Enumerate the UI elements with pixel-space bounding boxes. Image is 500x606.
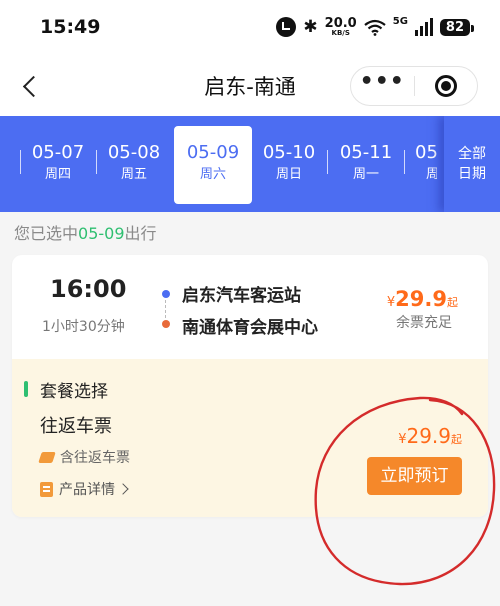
date-divider [96,150,97,174]
bluetooth-icon: ✱ [303,17,318,37]
date-divider [20,150,21,174]
alarm-icon [276,17,297,37]
document-icon [40,481,53,497]
signal-icon [414,18,433,36]
trip-duration: 1小时30分钟 [42,319,125,335]
battery-icon: 82 [439,18,475,36]
package-price: ¥29.9起 [398,424,462,448]
wifi-icon [364,19,386,36]
nav-bar: 启东-南通 ••• [0,56,500,116]
book-now-button[interactable]: 立即预订 [367,457,462,495]
tag-icon [38,451,56,463]
package-section-title: 套餐选择 [40,382,108,402]
date-divider [327,150,328,174]
date-option-partial[interactable]: 05-12 周二 [415,141,437,185]
selected-date: 05-09 [78,224,125,243]
date-option[interactable]: 05-07 周四 [25,141,91,185]
package-name: 往返车票 [40,416,112,437]
chevron-right-icon [117,483,129,495]
section-marker [24,381,28,397]
date-option[interactable]: 05-08 周五 [101,141,167,185]
seat-availability: 余票充足 [396,315,452,331]
network-type: 5G [392,16,408,27]
status-icons: ✱ 20.0 KB/S 5G 82 [276,16,475,38]
package-feature: 含往返车票 [38,447,130,467]
date-option-selected[interactable]: 05-09 周六 [174,126,252,204]
more-icon[interactable]: ••• [351,71,414,93]
date-option[interactable]: 05-11 周一 [333,141,399,185]
origin-station: 启东汽车客运站 [182,286,301,306]
date-divider [404,150,405,174]
origin-dot-icon [162,290,170,298]
date-option[interactable]: 05-10 周日 [256,141,322,185]
target-close-icon [434,75,457,97]
destination-dot-icon [162,320,170,328]
mini-program-capsule: ••• [350,66,478,106]
package-section: 套餐选择 往返车票 含往返车票 产品详情 ¥29.9起 立即预订 [12,359,488,517]
selected-date-text: 您已选中05-09出行 [14,224,157,243]
departure-time: 16:00 [50,275,127,303]
trip-card[interactable]: 16:00 1小时30分钟 启东汽车客运站 南通体育会展中心 ¥29.9起 余票… [12,255,488,517]
route-line [165,300,166,318]
net-speed: 20.0 KB/S [324,16,357,37]
close-button[interactable] [415,75,478,97]
status-bar: 15:49 ✱ 20.0 KB/S 5G 82 [0,0,500,56]
destination-station: 南通体育会展中心 [182,318,318,338]
date-selector: 05-07 周四 05-08 周五 05-09 周六 05-10 周日 05-1… [0,116,500,212]
product-details-link[interactable]: 产品详情 [40,479,129,499]
all-dates-button[interactable]: 全部 日期 [444,116,500,212]
trip-price: ¥29.9起 [386,287,458,311]
status-time: 15:49 [40,16,101,38]
